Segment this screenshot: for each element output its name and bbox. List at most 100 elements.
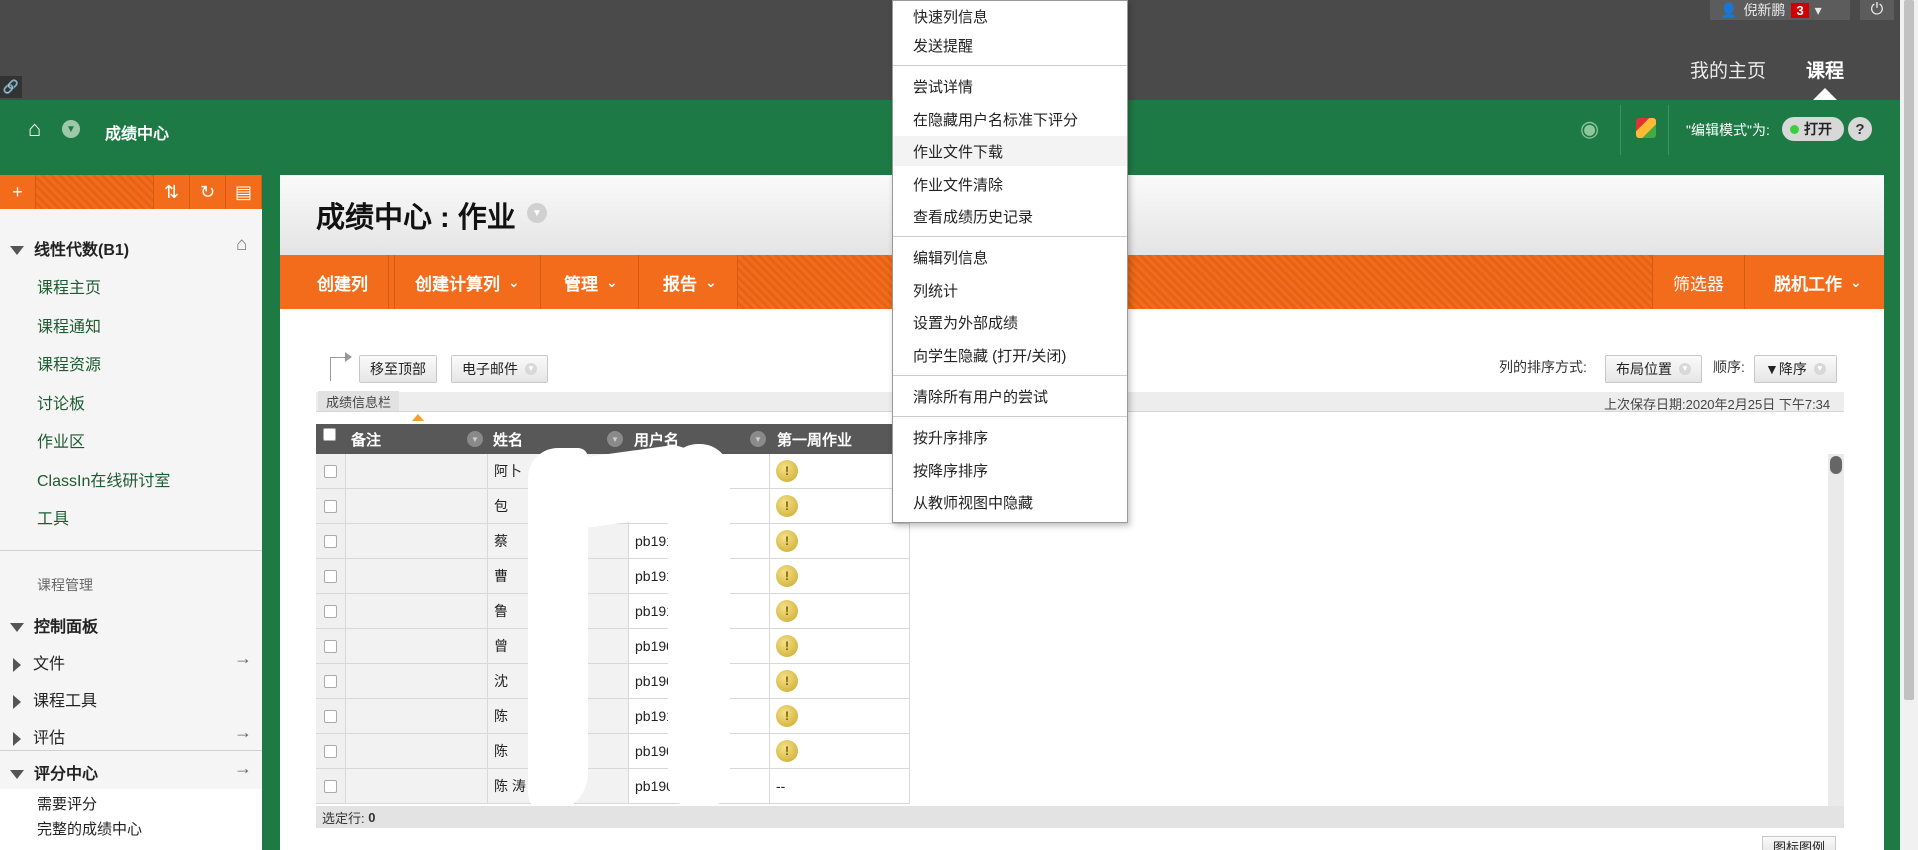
help-icon[interactable]: ? <box>1848 117 1872 141</box>
nav-courses[interactable]: 课程 <box>1806 56 1844 83</box>
needs-grading-icon[interactable]: ! <box>776 495 798 517</box>
grade-cell[interactable]: ! <box>770 699 910 734</box>
menu-item-clear-all-attempts[interactable]: 清除所有用户的尝试 <box>893 381 1127 411</box>
home-icon[interactable]: ⌂ <box>28 116 41 142</box>
grid-scroll-thumb[interactable] <box>1830 456 1842 474</box>
icon-legend-button[interactable]: 图标图例 <box>1762 836 1837 850</box>
sort-columns-select[interactable]: 布局位置 ▼ <box>1605 355 1702 383</box>
menu-item-sort-descending[interactable]: 按降序排序 <box>893 455 1127 485</box>
grade-cell[interactable]: ! <box>770 489 910 524</box>
row-checkbox[interactable] <box>324 639 337 653</box>
row-checkbox[interactable] <box>324 499 337 513</box>
move-to-top-button[interactable]: 移至顶部 <box>359 355 437 383</box>
row-checkbox[interactable] <box>324 464 337 478</box>
grade-cell[interactable]: -- <box>770 769 910 804</box>
filter-button[interactable]: 筛选器 <box>1652 255 1745 309</box>
row-checkbox[interactable] <box>324 569 337 583</box>
notes-cell[interactable] <box>346 699 488 734</box>
notes-cell[interactable] <box>346 559 488 594</box>
sidebar-item-assignments[interactable]: 作业区 <box>37 428 85 452</box>
notes-cell[interactable] <box>346 524 488 559</box>
chevron-down-icon[interactable]: ▼ <box>62 120 80 138</box>
chevron-down-icon[interactable]: ▼ <box>607 431 623 447</box>
needs-grading-icon[interactable]: ! <box>776 670 798 692</box>
breadcrumb[interactable]: 成绩中心 <box>105 120 169 144</box>
logout-icon[interactable]: ⏻ <box>1860 0 1894 20</box>
table-row[interactable]: 鲁 pb1911! <box>316 594 910 629</box>
menu-item-hide-from-students[interactable]: 向学生隐藏 (打开/关闭) <box>893 340 1127 370</box>
column-header-name[interactable]: 姓名 <box>493 424 523 454</box>
chevron-down-icon[interactable]: ▼ <box>750 431 766 447</box>
menu-item-grade-anonymously[interactable]: 在隐藏用户名标准下评分 <box>893 104 1127 134</box>
table-row[interactable]: 陈 pb1900! <box>316 734 910 769</box>
grade-cell[interactable]: ! <box>770 454 910 489</box>
manage-button[interactable]: 管理 ⌄ <box>544 255 639 309</box>
row-checkbox[interactable] <box>324 779 337 793</box>
nav-my-home[interactable]: 我的主页 <box>1690 56 1766 83</box>
expand-icon[interactable] <box>13 657 21 672</box>
grade-cell[interactable]: ! <box>770 629 910 664</box>
needs-grading-icon[interactable]: ! <box>776 740 798 762</box>
page-scroll-thumb[interactable] <box>1904 0 1914 700</box>
menu-item-edit-column-info[interactable]: 编辑列信息 <box>893 242 1127 272</box>
table-row[interactable]: 沈 pb1900! <box>316 664 910 699</box>
table-row[interactable]: 曹 pb191! <box>316 559 910 594</box>
arrow-right-icon[interactable]: → <box>234 722 252 743</box>
grade-cell[interactable]: ! <box>770 559 910 594</box>
select-all-checkbox[interactable] <box>323 428 336 441</box>
create-calculated-column-button[interactable]: 创建计算列 ⌄ <box>394 255 541 309</box>
needs-grading-icon[interactable]: ! <box>776 600 798 622</box>
sidebar-section-grade-center[interactable]: 评分中心 <box>0 760 98 784</box>
menu-item-set-external-grade[interactable]: 设置为外部成绩 <box>893 307 1127 337</box>
table-row[interactable]: 曾 pb1903! <box>316 629 910 664</box>
sidebar-section-evaluation[interactable]: 评估 <box>0 724 65 748</box>
user-menu[interactable]: 👤 倪新鹏 3 ▾ <box>1710 0 1850 20</box>
reorder-icon[interactable]: ⇅ <box>154 175 190 209</box>
notes-cell[interactable] <box>346 489 488 524</box>
menu-item-grade-history[interactable]: 查看成绩历史记录 <box>893 201 1127 231</box>
grade-cell[interactable]: ! <box>770 664 910 699</box>
grade-cell[interactable]: ! <box>770 734 910 769</box>
grid-scrollbar[interactable] <box>1828 454 1844 806</box>
table-row[interactable]: 陈 涛 pb1900 -- <box>316 769 910 804</box>
menu-item-attempt-details[interactable]: 尝试详情 <box>893 71 1127 101</box>
grade-cell[interactable]: ! <box>770 524 910 559</box>
expand-icon[interactable] <box>13 731 21 746</box>
refresh-icon[interactable]: ↻ <box>190 175 226 209</box>
grade-info-tab[interactable]: 成绩信息栏 <box>318 391 400 411</box>
work-offline-button[interactable]: 脱机工作 ⌄ <box>1754 255 1882 309</box>
sidebar-item-discussion[interactable]: 讨论板 <box>37 390 85 414</box>
notes-cell[interactable] <box>346 594 488 629</box>
sidebar-item-announcements[interactable]: 课程通知 <box>37 313 101 337</box>
row-checkbox[interactable] <box>324 709 337 723</box>
student-preview-icon[interactable]: ◉ <box>1580 116 1599 142</box>
arrow-right-icon[interactable]: → <box>234 758 252 779</box>
needs-grading-icon[interactable]: ! <box>776 530 798 552</box>
menu-item-hide-from-instructor[interactable]: 从教师视图中隐藏 <box>893 487 1127 517</box>
menu-item-download-assignments[interactable]: 作业文件下载 <box>893 136 1127 166</box>
sidebar-item-needs-grading[interactable]: 需要评分 <box>37 793 97 814</box>
menu-item-column-statistics[interactable]: 列统计 <box>893 275 1127 305</box>
menu-item-clear-assignment-files[interactable]: 作业文件清除 <box>893 169 1127 199</box>
row-checkbox[interactable] <box>324 674 337 688</box>
order-select[interactable]: ▼降序 ▼ <box>1754 355 1837 383</box>
collapse-icon[interactable] <box>10 770 24 780</box>
chevron-down-icon[interactable]: ▾ <box>1815 2 1822 19</box>
menu-item-sort-ascending[interactable]: 按升序排序 <box>893 422 1127 452</box>
row-checkbox[interactable] <box>324 534 337 548</box>
column-header-notes[interactable]: 备注 <box>351 424 381 454</box>
row-checkbox[interactable] <box>324 744 337 758</box>
notes-cell[interactable] <box>346 454 488 489</box>
edit-mode-toggle[interactable]: 打开 <box>1782 117 1844 141</box>
sidebar-item-home[interactable]: 课程主页 <box>37 274 101 298</box>
add-menu-item-icon[interactable]: + <box>0 175 36 209</box>
reports-button[interactable]: 报告 ⌄ <box>643 255 738 309</box>
chevron-down-icon[interactable]: ▼ <box>467 431 483 447</box>
notes-cell[interactable] <box>346 769 488 804</box>
notification-badge[interactable]: 3 <box>1791 2 1809 18</box>
sidebar-item-full-grade-center[interactable]: 完整的成绩中心 <box>37 818 142 839</box>
notes-cell[interactable] <box>346 629 488 664</box>
create-column-button[interactable]: 创建列 <box>297 255 389 309</box>
needs-grading-icon[interactable]: ! <box>776 705 798 727</box>
course-home-icon[interactable]: ⌂ <box>236 234 247 256</box>
